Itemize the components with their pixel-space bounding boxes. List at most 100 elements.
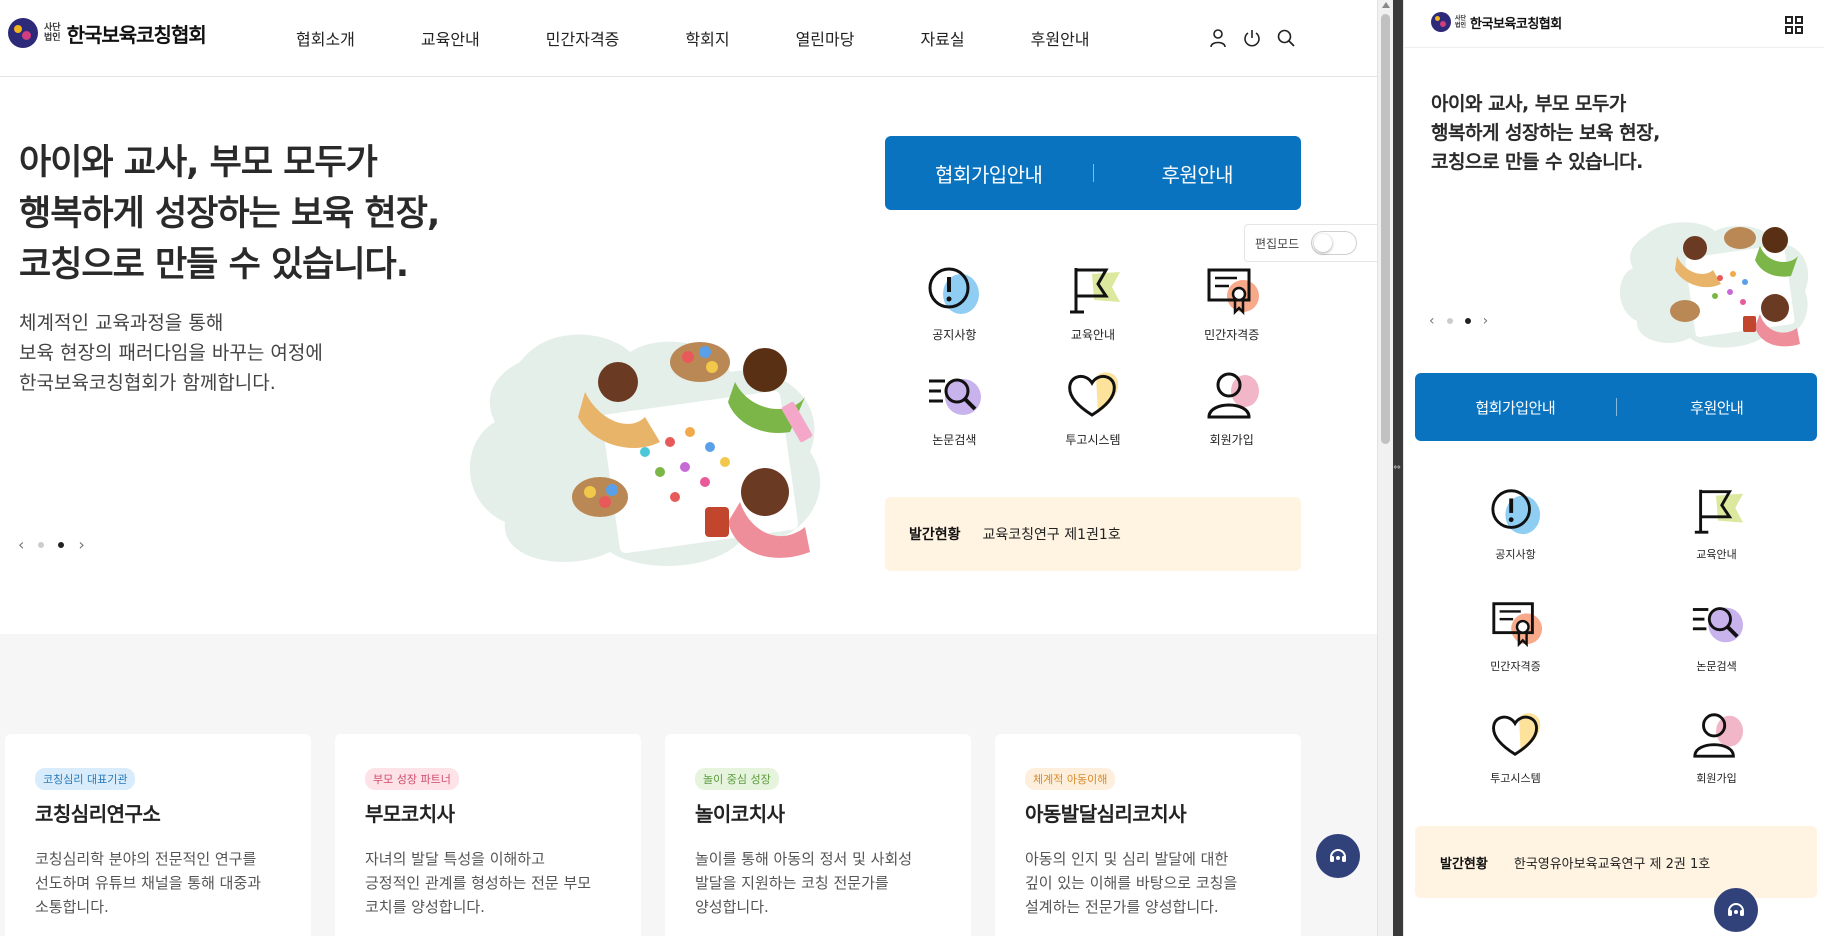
- card-desc-line: 코치를 양성합니다.: [365, 898, 485, 916]
- quick-link-label: 민간자격증: [1204, 328, 1260, 342]
- chevron-left-icon[interactable]: ‹: [1429, 313, 1435, 329]
- quick-link-certificate[interactable]: 민간자격증: [1415, 596, 1616, 674]
- hero-illustration: [469, 334, 821, 566]
- quick-link-label: 교육안내: [1696, 548, 1737, 561]
- mobile-publication-status[interactable]: 발간현황 한국영유아보육교육연구 제 2권 1호: [1415, 826, 1817, 898]
- chevron-right-icon[interactable]: ›: [1483, 313, 1489, 329]
- power-icon[interactable]: [1242, 28, 1262, 48]
- card-desc-line: 깊이 있는 이해를 바탕으로 코칭을: [1025, 874, 1238, 892]
- support-info-button[interactable]: 후원안내: [1094, 159, 1302, 188]
- nav-item-certificate[interactable]: 민간자격증: [546, 26, 620, 50]
- quick-link-signup[interactable]: 회원가입: [1162, 367, 1301, 448]
- quick-link-signup[interactable]: 회원가입: [1616, 708, 1817, 786]
- quick-link-notice[interactable]: 공지사항: [885, 262, 1024, 343]
- site-logo[interactable]: 사단 법인 한국보육코칭협회: [8, 18, 207, 48]
- program-card[interactable]: 코칭심리 대표기관 코칭심리연구소 코칭심리학 분야의 전문적인 연구를 선도하…: [5, 734, 311, 936]
- publication-value: 교육코칭연구 제1권1호: [982, 527, 1121, 543]
- program-card[interactable]: 놀이 중심 성장 놀이코치사 놀이를 통해 아동의 정서 및 사회성 발달을 지…: [665, 734, 971, 936]
- edit-mode-toggle[interactable]: [1311, 231, 1358, 255]
- quick-link-paper-search[interactable]: 논문검색: [1616, 596, 1817, 674]
- logo-mark-icon: [1431, 12, 1451, 32]
- mobile-cta-bar: 협회가입안내 후원안내: [1415, 373, 1817, 441]
- program-card[interactable]: 부모 성장 파트너 부모코치사 자녀의 발달 특성을 이해하고 긍정적인 관계를…: [335, 734, 641, 936]
- card-badge: 코칭심리 대표기관: [35, 768, 136, 790]
- chevron-right-icon[interactable]: ›: [78, 535, 84, 554]
- quick-link-education[interactable]: 교육안내: [1616, 484, 1817, 562]
- chevron-left-icon[interactable]: ‹: [18, 535, 24, 554]
- quick-link-submission[interactable]: 투고시스템: [1024, 367, 1163, 448]
- support-info-button[interactable]: 후원안내: [1617, 397, 1818, 418]
- nav-item-about[interactable]: 협회소개: [296, 26, 355, 50]
- hero-slider-pager: ‹ ›: [18, 535, 85, 554]
- quick-link-label: 교육안내: [1070, 328, 1116, 342]
- join-info-button[interactable]: 협회가입안내: [1415, 397, 1616, 418]
- notice-icon: [928, 267, 980, 314]
- card-badge: 체계적 아동이해: [1025, 768, 1116, 790]
- split-view-divider[interactable]: ⇔: [1393, 0, 1403, 936]
- search-icon[interactable]: [1276, 28, 1296, 48]
- nav-item-journal[interactable]: 학회지: [685, 26, 729, 50]
- hero-title-line: 코칭으로 만들 수 있습니다.: [19, 245, 409, 285]
- logo-sub-2: 법인: [1455, 22, 1467, 29]
- flag-icon: [1694, 489, 1743, 534]
- quick-link-label: 투고시스템: [1490, 772, 1541, 785]
- quick-link-notice[interactable]: 공지사항: [1415, 484, 1616, 562]
- drag-handle-icon[interactable]: ⇔: [1393, 463, 1401, 477]
- heart-icon: [1491, 713, 1540, 756]
- quick-link-label: 회원가입: [1209, 433, 1254, 447]
- quick-link-certificate[interactable]: 민간자격증: [1162, 262, 1301, 343]
- card-title: 아동발달심리코치사: [1025, 802, 1187, 826]
- scrollbar-thumb[interactable]: [1381, 14, 1390, 444]
- card-desc-line: 긍정적인 관계를 형성하는 전문 부모: [365, 874, 592, 892]
- nav-item-support[interactable]: 후원안내: [1031, 26, 1090, 50]
- join-info-button[interactable]: 협회가입안내: [885, 159, 1093, 188]
- nav-item-education[interactable]: 교육안내: [421, 26, 480, 50]
- publication-value: 한국영유아보육교육연구 제 2권 1호: [1513, 856, 1711, 872]
- logo-sub-2: 법인: [44, 33, 61, 43]
- logo-sub-1: 사단: [44, 23, 61, 33]
- publication-status[interactable]: 발간현황 교육코칭연구 제1권1호: [885, 497, 1301, 571]
- logo-mark-icon: [8, 18, 38, 48]
- card-description: 놀이를 통해 아동의 정서 및 사회성 발달을 지원하는 코칭 전문가를 양성합…: [695, 847, 941, 919]
- scroll-up-arrow-icon[interactable]: [1382, 2, 1390, 8]
- quick-link-label: 회원가입: [1696, 772, 1737, 785]
- quick-link-education[interactable]: 교육안내: [1024, 262, 1163, 343]
- mobile-quick-links: 공지사항 교육안내 민간자격증 논문검색 투고시스템 회원가입: [1415, 484, 1817, 786]
- quick-link-label: 논문검색: [1696, 660, 1737, 673]
- hero-description: 체계적인 교육과정을 통해 보육 현장의 패러다임을 바꾸는 여정에 한국보육코…: [19, 308, 439, 398]
- header-utility-icons: [1208, 28, 1296, 48]
- nav-item-archive[interactable]: 자료실: [920, 26, 964, 50]
- quick-link-paper-search[interactable]: 논문검색: [885, 367, 1024, 448]
- slider-dot[interactable]: [1446, 318, 1453, 324]
- logo-name: 한국보육코칭협회: [1470, 16, 1562, 32]
- card-description: 코칭심리학 분야의 전문적인 연구를 선도하며 유튜브 채널을 통해 대중과 소…: [35, 847, 281, 919]
- program-card[interactable]: 체계적 아동이해 아동발달심리코치사 아동의 인지 및 심리 발달에 대한 깊이…: [995, 734, 1301, 936]
- grid-menu-icon[interactable]: [1785, 16, 1803, 34]
- hero-title-line: 행복하게 성장하는 보육 현장,: [19, 194, 440, 234]
- hero-title-line: 코칭으로 만들 수 있습니다.: [1431, 151, 1643, 173]
- mobile-site-logo[interactable]: 사단 법인 한국보육코칭협회: [1431, 12, 1562, 32]
- headset-icon: [1330, 849, 1346, 862]
- vertical-scrollbar[interactable]: [1377, 0, 1393, 936]
- card-desc-line: 설계하는 전문가를 양성합니다.: [1025, 898, 1219, 916]
- card-desc-line: 선도하며 유튜브 채널을 통해 대중과: [35, 874, 262, 892]
- user-icon[interactable]: [1208, 28, 1228, 48]
- heart-icon: [1068, 372, 1119, 417]
- logo-name: 한국보육코칭협회: [66, 22, 207, 47]
- quick-links: 공지사항 교육안내 민간자격증 논문검색 투고시스템 회원가입: [885, 262, 1301, 448]
- chat-support-button[interactable]: [1316, 834, 1360, 878]
- slider-dot-active[interactable]: [58, 541, 65, 548]
- mobile-chat-support-button[interactable]: [1714, 888, 1758, 932]
- card-badge: 놀이 중심 성장: [695, 768, 779, 790]
- slider-dot[interactable]: [38, 541, 45, 548]
- card-desc-line: 소통합니다.: [35, 898, 109, 916]
- card-description: 자녀의 발달 특성을 이해하고 긍정적인 관계를 형성하는 전문 부모 코치를 …: [365, 847, 611, 919]
- nav-item-open-forum[interactable]: 열린마당: [796, 26, 855, 50]
- card-description: 아동의 인지 및 심리 발달에 대한 깊이 있는 이해를 바탕으로 코칭을 설계…: [1025, 847, 1271, 919]
- slider-dot-active[interactable]: [1464, 318, 1471, 324]
- flag-icon: [1069, 268, 1120, 314]
- paper-search-icon: [1692, 607, 1743, 643]
- quick-link-submission[interactable]: 투고시스템: [1415, 708, 1616, 786]
- card-desc-line: 코칭심리학 분야의 전문적인 연구를: [35, 850, 257, 868]
- hero-desc-line: 보육 현장의 패러다임을 바꾸는 여정에: [19, 342, 323, 364]
